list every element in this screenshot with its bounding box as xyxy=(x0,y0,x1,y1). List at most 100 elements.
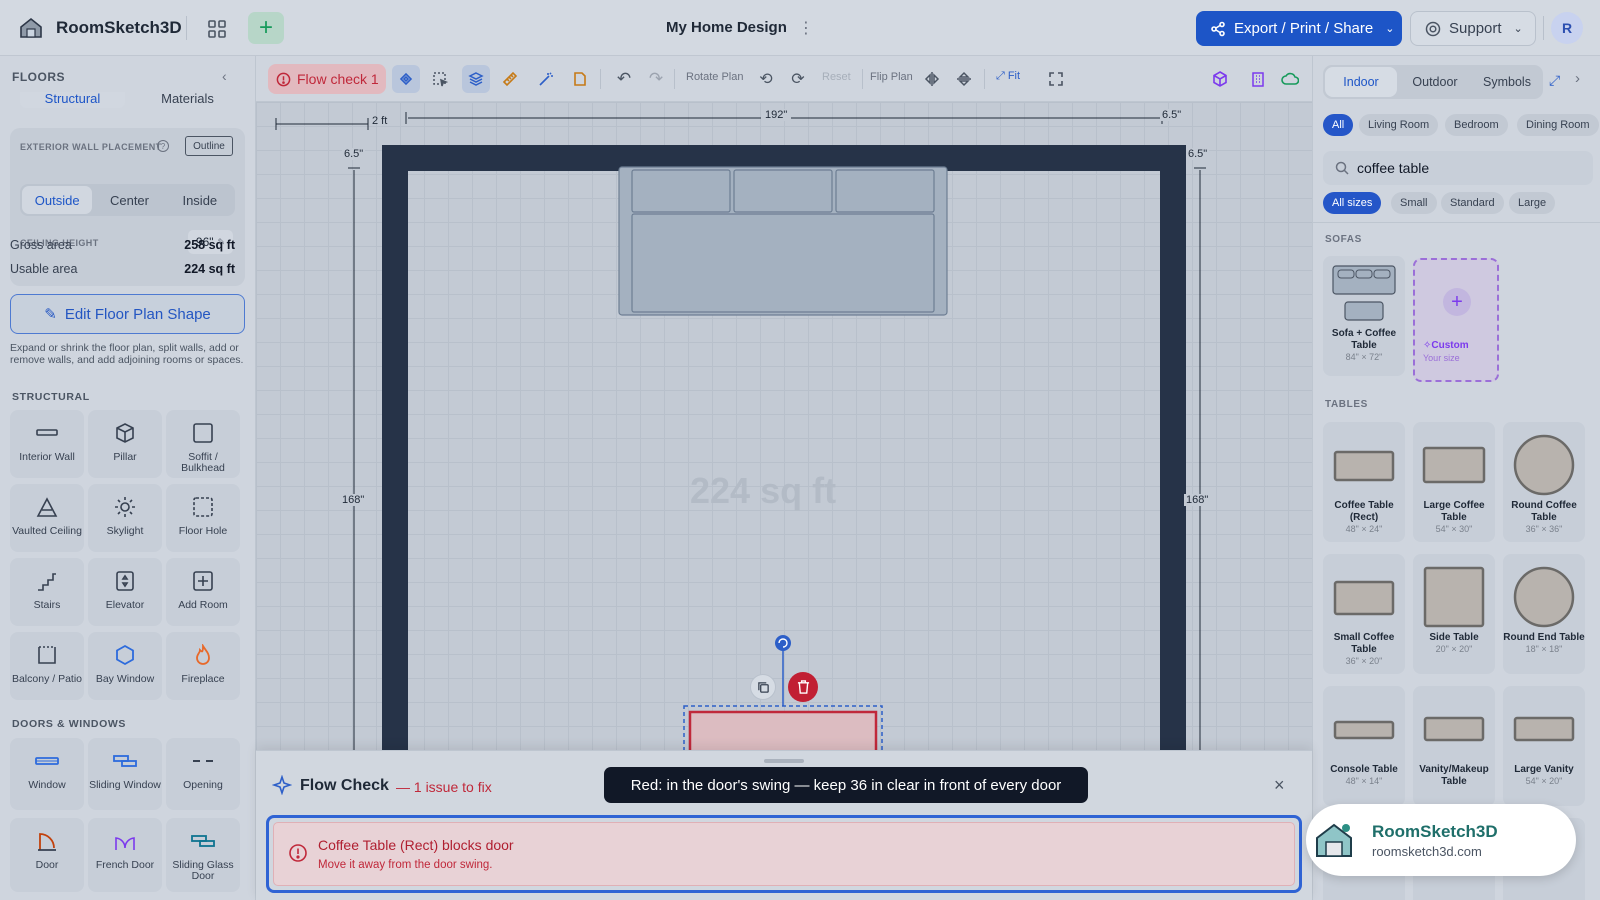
measure-ruler-icon[interactable] xyxy=(498,67,522,91)
snap-magnet-icon[interactable] xyxy=(392,65,420,93)
flow-check-button[interactable]: Flow check 1 xyxy=(268,64,386,94)
tool-interior-wall[interactable]: Interior Wall xyxy=(10,410,84,478)
tab-indoor[interactable]: Indoor xyxy=(1325,67,1397,97)
tool-window[interactable]: Window xyxy=(10,738,84,810)
sofa-furniture[interactable] xyxy=(618,166,948,316)
flip-vertical-icon[interactable] xyxy=(952,67,976,91)
layers-icon[interactable] xyxy=(462,65,490,93)
tool-vaulted-ceiling[interactable]: Vaulted Ceiling xyxy=(10,484,84,552)
catalog-item-round-end-table[interactable]: Round End Table 18" × 18" xyxy=(1503,554,1585,674)
reset-button[interactable]: Reset xyxy=(822,71,851,83)
tool-bay-window[interactable]: Bay Window xyxy=(88,632,162,700)
redo-icon[interactable]: ↷ xyxy=(644,67,668,91)
expand-panel-icon[interactable]: ⤢ xyxy=(1549,72,1560,89)
size-filter-standard[interactable]: Standard xyxy=(1441,192,1504,214)
tool-sliding-glass-door[interactable]: Sliding Glass Door xyxy=(166,818,240,892)
fullscreen-icon[interactable] xyxy=(1044,67,1068,91)
duplicate-button[interactable] xyxy=(750,674,776,700)
tab-outdoor[interactable]: Outdoor xyxy=(1399,65,1471,99)
tool-floor-hole[interactable]: Floor Hole xyxy=(166,484,240,552)
placement-outside-option[interactable]: Outside xyxy=(22,186,93,214)
catalog-item-coffee-table-rect[interactable]: Coffee Table (Rect) 48" × 24" xyxy=(1323,422,1405,542)
tool-add-room[interactable]: Add Room xyxy=(166,558,240,626)
edit-floor-plan-label: Edit Floor Plan Shape xyxy=(64,305,211,323)
3d-view-cube-icon[interactable] xyxy=(1208,67,1232,91)
rotate-left-icon[interactable]: ⟲ xyxy=(754,67,778,91)
catalog-search-input[interactable]: coffee table xyxy=(1323,151,1593,185)
new-design-button[interactable]: + xyxy=(248,12,284,44)
lifebuoy-icon xyxy=(1425,21,1441,36)
drag-handle[interactable] xyxy=(764,759,804,763)
tool-elevator[interactable]: Elevator xyxy=(88,558,162,626)
catalog-item-vanity-makeup-table[interactable]: Vanity/Makeup Table xyxy=(1413,686,1495,806)
edit-floor-plan-shape-button[interactable]: ✎ Edit Floor Plan Shape xyxy=(10,294,245,334)
placement-center-option[interactable]: Center xyxy=(94,184,164,216)
help-icon[interactable]: ? xyxy=(157,140,169,152)
bay-window-hexagon-icon xyxy=(114,642,136,668)
cloud-sync-icon[interactable] xyxy=(1278,67,1302,91)
catalog-item-side-table[interactable]: Side Table 20" × 20" xyxy=(1413,554,1495,674)
size-filter-small[interactable]: Small xyxy=(1391,192,1437,214)
issue-card[interactable]: Coffee Table (Rect) blocks door Move it … xyxy=(266,815,1302,893)
tab-materials[interactable]: Materials xyxy=(135,92,240,108)
rotate-right-icon[interactable]: ⟳ xyxy=(786,67,810,91)
catalog-item-small-coffee-table[interactable]: Small Coffee Table 36" × 20" xyxy=(1323,554,1405,674)
catalog-item-sofa-coffee-table[interactable]: Sofa + Coffee Table 84" × 72" xyxy=(1323,256,1405,376)
room-filter-bedroom[interactable]: Bedroom xyxy=(1445,114,1508,136)
catalog-item-large-coffee-table[interactable]: Large Coffee Table 54" × 30" xyxy=(1413,422,1495,542)
custom-size-item[interactable]: + ✧Custom Your size xyxy=(1413,258,1499,382)
placement-inside-option[interactable]: Inside xyxy=(165,184,235,216)
gross-area-value: 258 sq ft xyxy=(184,238,235,252)
room-filter-dining-room[interactable]: Dining Room xyxy=(1517,114,1599,136)
select-area-icon[interactable] xyxy=(428,67,452,91)
building-icon[interactable] xyxy=(1246,67,1270,91)
fit-button[interactable]: ⤢ Fit xyxy=(996,70,1020,83)
chevron-right-icon[interactable]: › xyxy=(1575,70,1580,87)
catalog-item-large-vanity[interactable]: Large Vanity 54" × 20" xyxy=(1503,686,1585,806)
more-vertical-icon[interactable]: ⋮ xyxy=(798,18,814,38)
support-button[interactable]: Support ⌄ xyxy=(1410,11,1536,46)
outline-toggle-button[interactable]: Outline xyxy=(185,136,233,156)
tool-pillar[interactable]: Pillar xyxy=(88,410,162,478)
tool-fireplace[interactable]: Fireplace xyxy=(166,632,240,700)
tool-skylight[interactable]: Skylight xyxy=(88,484,162,552)
tool-soffit-bulkhead[interactable]: Soffit / Bulkhead xyxy=(166,410,240,478)
right-corner-dimension: 6.5" xyxy=(1186,148,1210,160)
export-print-share-button[interactable]: Export / Print / Share ⌄ xyxy=(1196,11,1402,46)
support-label: Support xyxy=(1449,20,1502,37)
catalog-item-round-coffee-table[interactable]: Round Coffee Table 36" × 36" xyxy=(1503,422,1585,542)
document-title[interactable]: My Home Design xyxy=(666,19,787,36)
usable-area-label: Usable area xyxy=(10,262,78,276)
right-catalog-panel: Indoor Outdoor Symbols ⤢ › All Living Ro… xyxy=(1312,56,1600,900)
close-icon[interactable]: × xyxy=(1274,775,1285,796)
magic-wand-icon[interactable] xyxy=(534,67,558,91)
collapse-panel-icon[interactable]: ‹ xyxy=(222,68,227,84)
tool-door[interactable]: Door xyxy=(10,818,84,892)
tool-stairs[interactable]: Stairs xyxy=(10,558,84,626)
divider xyxy=(186,16,187,40)
plus-icon: + xyxy=(258,14,273,41)
tool-opening[interactable]: Opening xyxy=(166,738,240,810)
issue-title: Coffee Table (Rect) blocks door xyxy=(318,837,514,853)
floor-tabs: Structural Materials xyxy=(10,92,245,112)
brand-logo-icon xyxy=(1316,823,1352,857)
size-filter-large[interactable]: Large xyxy=(1509,192,1556,214)
brand-badge[interactable]: RoomSketch3D roomsketch3d.com xyxy=(1306,804,1576,876)
tool-balcony-patio[interactable]: Balcony / Patio xyxy=(10,632,84,700)
delete-button[interactable] xyxy=(788,672,818,702)
user-avatar[interactable]: R xyxy=(1551,12,1583,44)
top-bar: RoomSketch3D + My Home Design ⋮ Export /… xyxy=(0,0,1600,56)
room-filter-all[interactable]: All xyxy=(1323,114,1354,136)
catalog-item-console-table[interactable]: Console Table 48" × 14" xyxy=(1323,686,1405,806)
top-dimension-label: 192" xyxy=(761,109,792,121)
tool-sliding-window[interactable]: Sliding Window xyxy=(88,738,162,810)
undo-icon[interactable]: ↶ xyxy=(612,67,636,91)
tab-symbols[interactable]: Symbols xyxy=(1471,65,1543,99)
tab-structural[interactable]: Structural xyxy=(20,92,125,108)
dashboard-grid-icon[interactable] xyxy=(204,16,230,42)
note-icon[interactable] xyxy=(568,67,592,91)
room-filter-living-room[interactable]: Living Room xyxy=(1359,114,1439,136)
size-filter-all[interactable]: All sizes xyxy=(1323,192,1382,214)
flip-horizontal-icon[interactable] xyxy=(920,67,944,91)
tool-french-door[interactable]: French Door xyxy=(88,818,162,892)
